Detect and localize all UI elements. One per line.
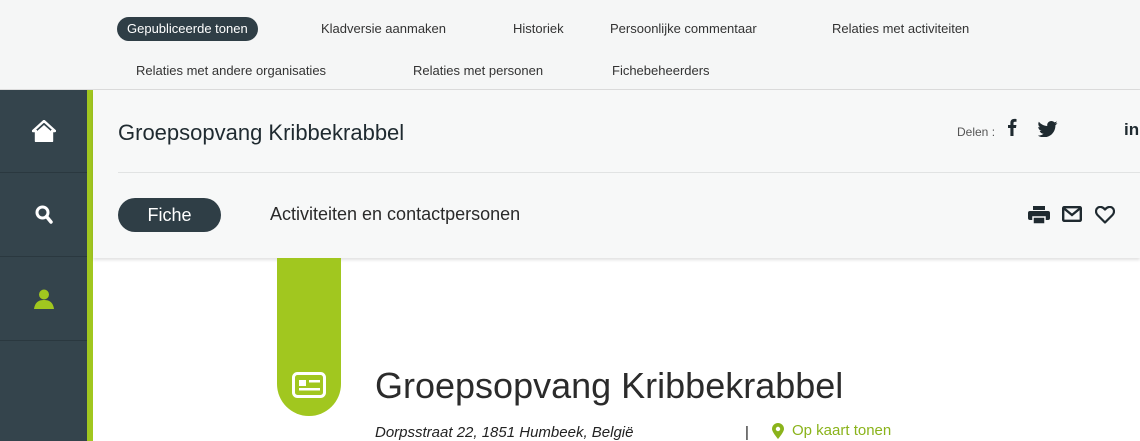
share-label: Delen :: [957, 125, 996, 139]
show-on-map-link[interactable]: Op kaart tonen: [772, 422, 891, 439]
tab-persoonlijke-commentaar[interactable]: Persoonlijke commentaar: [610, 19, 757, 39]
show-on-map-label: Op kaart tonen: [792, 422, 892, 439]
admin-tab-bar: Gepubliceerde tonen Kladversie aanmaken …: [0, 0, 1140, 90]
print-icon[interactable]: [1028, 206, 1050, 224]
sidebar-user-button[interactable]: [0, 258, 87, 341]
sidebar-home-button[interactable]: [0, 90, 87, 173]
heart-icon[interactable]: [1095, 206, 1115, 224]
page-header: Groepsopvang Kribbekrabbel Delen : in Fi…: [93, 90, 1140, 258]
linkedin-icon[interactable]: in: [1124, 120, 1139, 140]
home-icon: [31, 120, 56, 142]
address-separator: |: [745, 424, 749, 441]
twitter-icon[interactable]: [1038, 121, 1058, 137]
address: Dorpsstraat 22, 1851 Humbeek, België: [375, 424, 634, 441]
map-pin-icon: [772, 422, 784, 439]
tab-relaties-personen[interactable]: Relaties met personen: [413, 61, 543, 81]
page-title: Groepsopvang Kribbekrabbel: [118, 120, 405, 145]
mail-icon[interactable]: [1062, 206, 1082, 222]
sidebar-search-button[interactable]: [0, 174, 87, 257]
tab-activiteiten-contactpersonen[interactable]: Activiteiten en contactpersonen: [270, 204, 520, 225]
tab-fiche[interactable]: Fiche: [118, 198, 221, 232]
tab-fichebeheerders[interactable]: Fichebeheerders: [612, 61, 710, 81]
tab-gepubliceerde-tonen[interactable]: Gepubliceerde tonen: [117, 17, 258, 41]
tab-relaties-activiteiten[interactable]: Relaties met activiteiten: [832, 19, 969, 39]
id-card-icon: [292, 372, 326, 398]
tab-relaties-organisaties[interactable]: Relaties met andere organisaties: [136, 61, 326, 81]
tab-kladversie-aanmaken[interactable]: Kladversie aanmaken: [321, 19, 446, 39]
sidebar: [0, 90, 87, 441]
header-divider: [118, 172, 1140, 173]
facebook-icon[interactable]: [1007, 118, 1017, 136]
organisation-title: Groepsopvang Kribbekrabbel: [375, 365, 844, 406]
tab-historiek[interactable]: Historiek: [513, 19, 564, 39]
user-icon: [33, 289, 54, 309]
search-icon: [35, 205, 53, 224]
